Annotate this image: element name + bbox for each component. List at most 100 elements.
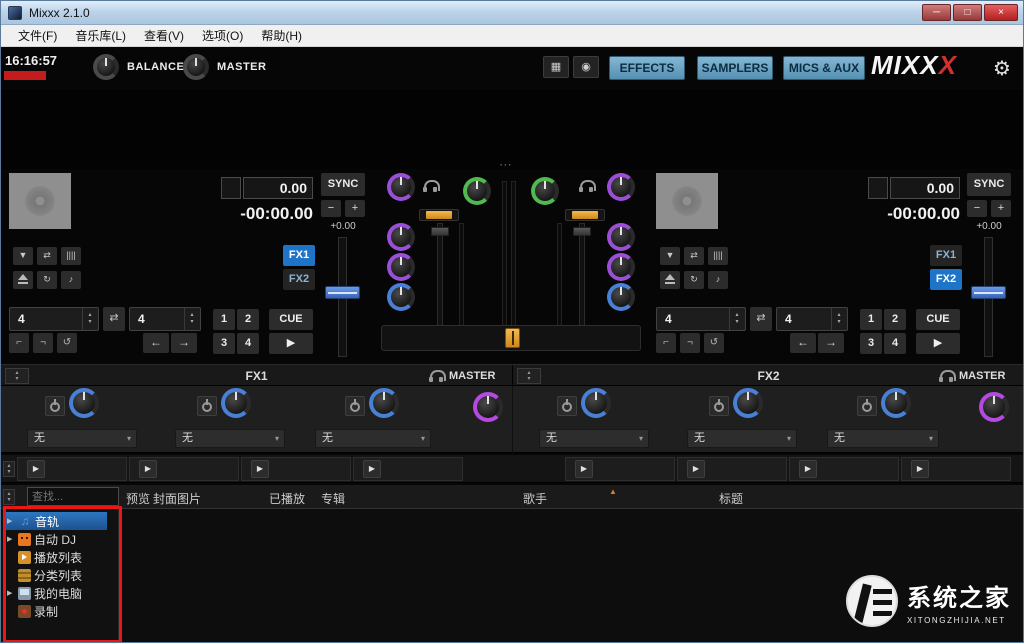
effect3-selector[interactable]: 无▾: [315, 429, 431, 448]
hotcue-3-button[interactable]: 3: [860, 333, 882, 354]
search-input[interactable]: [27, 487, 119, 506]
sampler-play-button[interactable]: ▶: [687, 460, 705, 478]
effect3-meta-knob[interactable]: [881, 388, 911, 418]
fx2-assign-button[interactable]: FX2: [283, 269, 315, 290]
keylock-button[interactable]: ♪: [708, 271, 728, 289]
headphone-cue-icon[interactable]: [579, 180, 593, 192]
close-button[interactable]: ×: [984, 4, 1018, 21]
sampler-play-button[interactable]: ▶: [139, 460, 157, 478]
effect1-selector[interactable]: 无▾: [27, 429, 137, 448]
loop-in-button[interactable]: ⌐: [656, 333, 676, 353]
album-art[interactable]: [9, 173, 71, 229]
eq-low-knob-deck2[interactable]: [607, 283, 635, 311]
play-button[interactable]: ▶: [269, 333, 313, 354]
cue-button[interactable]: CUE: [916, 309, 960, 330]
hotcue-3-button[interactable]: 3: [213, 333, 235, 354]
gear-icon[interactable]: ⚙: [993, 56, 1011, 81]
maximize-button[interactable]: □: [953, 4, 982, 21]
keylock-button[interactable]: ♪: [61, 271, 81, 289]
loop-in-button[interactable]: ⌐: [9, 333, 29, 353]
record-button[interactable]: ▦: [543, 56, 569, 78]
loop-out-button[interactable]: ¬: [33, 333, 53, 353]
album-art[interactable]: [656, 173, 718, 229]
beatjump-size-spinner[interactable]: 4 ▴▾: [656, 307, 746, 331]
beatloop-size-spinner[interactable]: 4 ▴▾: [129, 307, 201, 331]
sync-button[interactable]: SYNC: [967, 173, 1011, 196]
effect1-power-button[interactable]: [557, 396, 577, 416]
effect1-power-button[interactable]: [45, 396, 65, 416]
effect3-selector[interactable]: 无▾: [827, 429, 939, 448]
hotcue-1-button[interactable]: 1: [860, 309, 882, 330]
loop-out-button[interactable]: ¬: [680, 333, 700, 353]
eject-button[interactable]: [13, 271, 33, 289]
volume-fader-deck2[interactable]: [579, 223, 585, 335]
effect2-selector[interactable]: 无▾: [687, 429, 797, 448]
loop-transfer-button[interactable]: ⇄: [750, 307, 772, 331]
fx2-assign-button[interactable]: FX2: [930, 269, 962, 290]
column-header-album[interactable]: 专辑: [321, 490, 345, 507]
hotcue-1-button[interactable]: 1: [213, 309, 235, 330]
master-knob[interactable]: [183, 54, 209, 80]
volume-fader-handle[interactable]: [573, 227, 591, 236]
rate-up-button[interactable]: +: [991, 200, 1011, 217]
eq-low-knob-deck1[interactable]: [387, 283, 415, 311]
head-mix-knob-left[interactable]: [463, 177, 491, 205]
mics-aux-toggle-button[interactable]: MICS & AUX: [783, 56, 865, 80]
eq-high-knob-deck2[interactable]: [607, 223, 635, 251]
spinner-arrows-icon[interactable]: ▴▾: [82, 308, 97, 330]
column-header-cover[interactable]: 封面图片: [153, 490, 201, 507]
effect2-meta-knob[interactable]: [221, 388, 251, 418]
fx1-master-label[interactable]: MASTER: [449, 370, 495, 382]
fx1-assign-button[interactable]: FX1: [930, 245, 962, 266]
effect2-power-button[interactable]: [709, 396, 729, 416]
quick-effect-slider-deck2[interactable]: [565, 209, 605, 221]
rate-down-button[interactable]: −: [967, 200, 987, 217]
play-button[interactable]: ▶: [916, 333, 960, 354]
menu-item-library[interactable]: 音乐库(L): [66, 24, 135, 47]
head-mix-knob-right[interactable]: [531, 177, 559, 205]
headphone-icon[interactable]: [939, 370, 953, 382]
reloop-button[interactable]: ↺: [704, 333, 724, 353]
hotcue-2-button[interactable]: 2: [237, 309, 259, 330]
menu-item-options[interactable]: 选项(O): [193, 24, 252, 47]
slip-mode-button[interactable]: ▼: [660, 247, 680, 265]
headphone-cue-icon[interactable]: [423, 180, 437, 192]
sampler-play-button[interactable]: ▶: [27, 460, 45, 478]
rate-up-button[interactable]: +: [345, 200, 365, 217]
effects-toggle-button[interactable]: EFFECTS: [609, 56, 685, 80]
headphone-icon[interactable]: [429, 370, 443, 382]
beatjump-back-button[interactable]: ←: [143, 333, 169, 353]
hotcue-2-button[interactable]: 2: [884, 309, 906, 330]
beatgrid-button[interactable]: ||||: [61, 247, 81, 265]
reloop-button[interactable]: ↺: [57, 333, 77, 353]
effect1-selector[interactable]: 无▾: [539, 429, 649, 448]
beatgrid-button[interactable]: ||||: [708, 247, 728, 265]
menu-item-view[interactable]: 查看(V): [135, 24, 193, 47]
sampler-play-button[interactable]: ▶: [251, 460, 269, 478]
column-header-title[interactable]: 标题: [719, 490, 743, 507]
effect1-meta-knob[interactable]: [581, 388, 611, 418]
fx2-super-knob[interactable]: [979, 392, 1009, 422]
pitch-fader-handle[interactable]: [971, 286, 1006, 299]
effect2-selector[interactable]: 无▾: [175, 429, 285, 448]
sampler-play-button[interactable]: ▶: [363, 460, 381, 478]
gain-knob-deck2[interactable]: [607, 173, 635, 201]
column-header-played[interactable]: 已播放: [269, 490, 305, 507]
gain-knob-deck1[interactable]: [387, 173, 415, 201]
volume-fader-handle[interactable]: [431, 227, 449, 236]
crossfader-handle[interactable]: [505, 328, 520, 348]
menu-item-file[interactable]: 文件(F): [9, 24, 66, 47]
minimize-button[interactable]: ─: [922, 4, 951, 21]
rate-down-button[interactable]: −: [321, 200, 341, 217]
balance-knob[interactable]: [93, 54, 119, 80]
quick-effect-slider-deck1[interactable]: [419, 209, 459, 221]
hotcue-4-button[interactable]: 4: [237, 333, 259, 354]
volume-fader-deck1[interactable]: [437, 223, 443, 335]
spinner-arrows-icon[interactable]: ▴▾: [729, 308, 744, 330]
repeat-button[interactable]: ⇄: [684, 247, 704, 265]
broadcast-button[interactable]: ◉: [573, 56, 599, 78]
repeat-button[interactable]: ⇄: [37, 247, 57, 265]
effect1-meta-knob[interactable]: [69, 388, 99, 418]
quantize-button[interactable]: ↻: [684, 271, 704, 289]
crossfader[interactable]: [381, 325, 641, 351]
